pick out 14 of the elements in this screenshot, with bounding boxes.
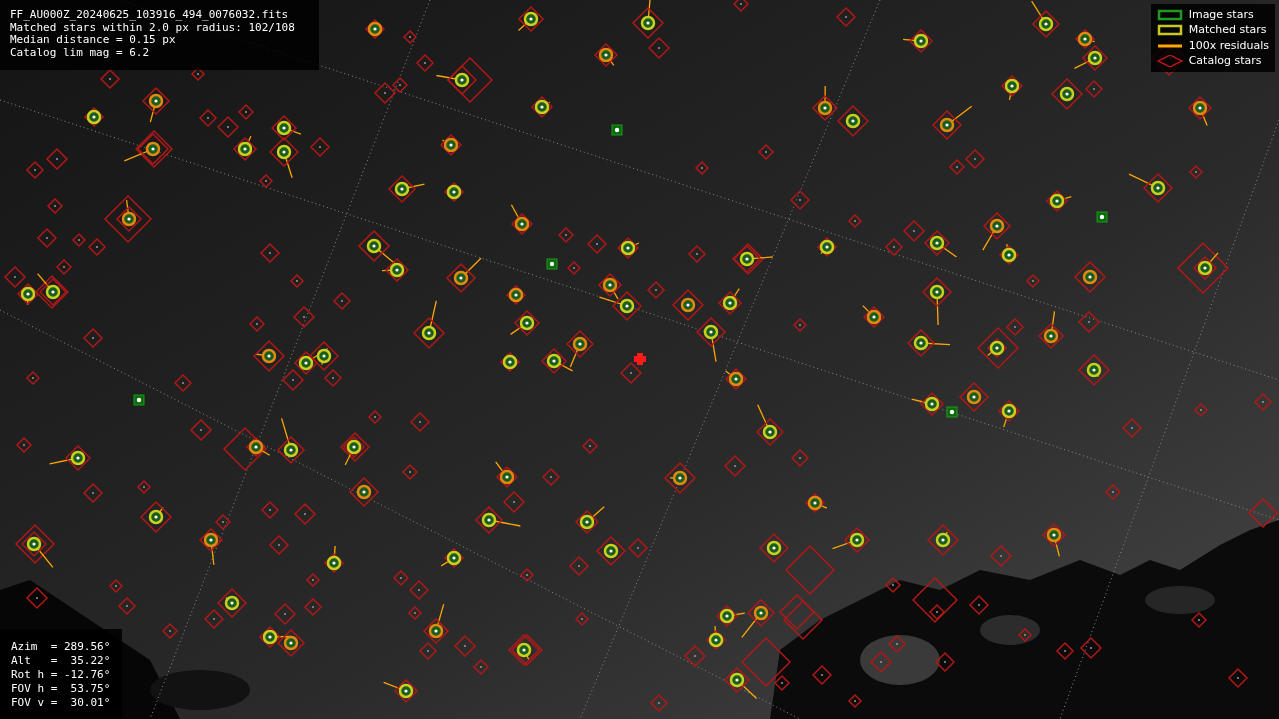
center-cross-icon	[634, 353, 646, 365]
info-text: Azim = 289.56°	[11, 640, 111, 654]
info-text: FF_AU000Z_20240625_103916_494_0076032.fits	[10, 9, 290, 22]
legend-label: Catalog stars	[1188, 53, 1262, 69]
info-text: FOV v = 30.01°	[11, 696, 111, 710]
legend-label: 100x residuals	[1188, 37, 1269, 54]
info-text: Alt = 35.22°	[11, 654, 111, 668]
info-text: Median distance = 0.15 px	[10, 34, 177, 47]
info-text: Catalog lim mag = 6.2	[10, 46, 151, 59]
info-text: Rot h = -12.76°	[11, 668, 111, 682]
info-text: Matched stars within 2.0 px radius: 102/108	[10, 21, 296, 34]
legend-label: Matched stars	[1188, 22, 1267, 38]
legend-label: Image stars	[1188, 6, 1254, 23]
info-text: FOV h = 53.75°	[11, 682, 111, 696]
